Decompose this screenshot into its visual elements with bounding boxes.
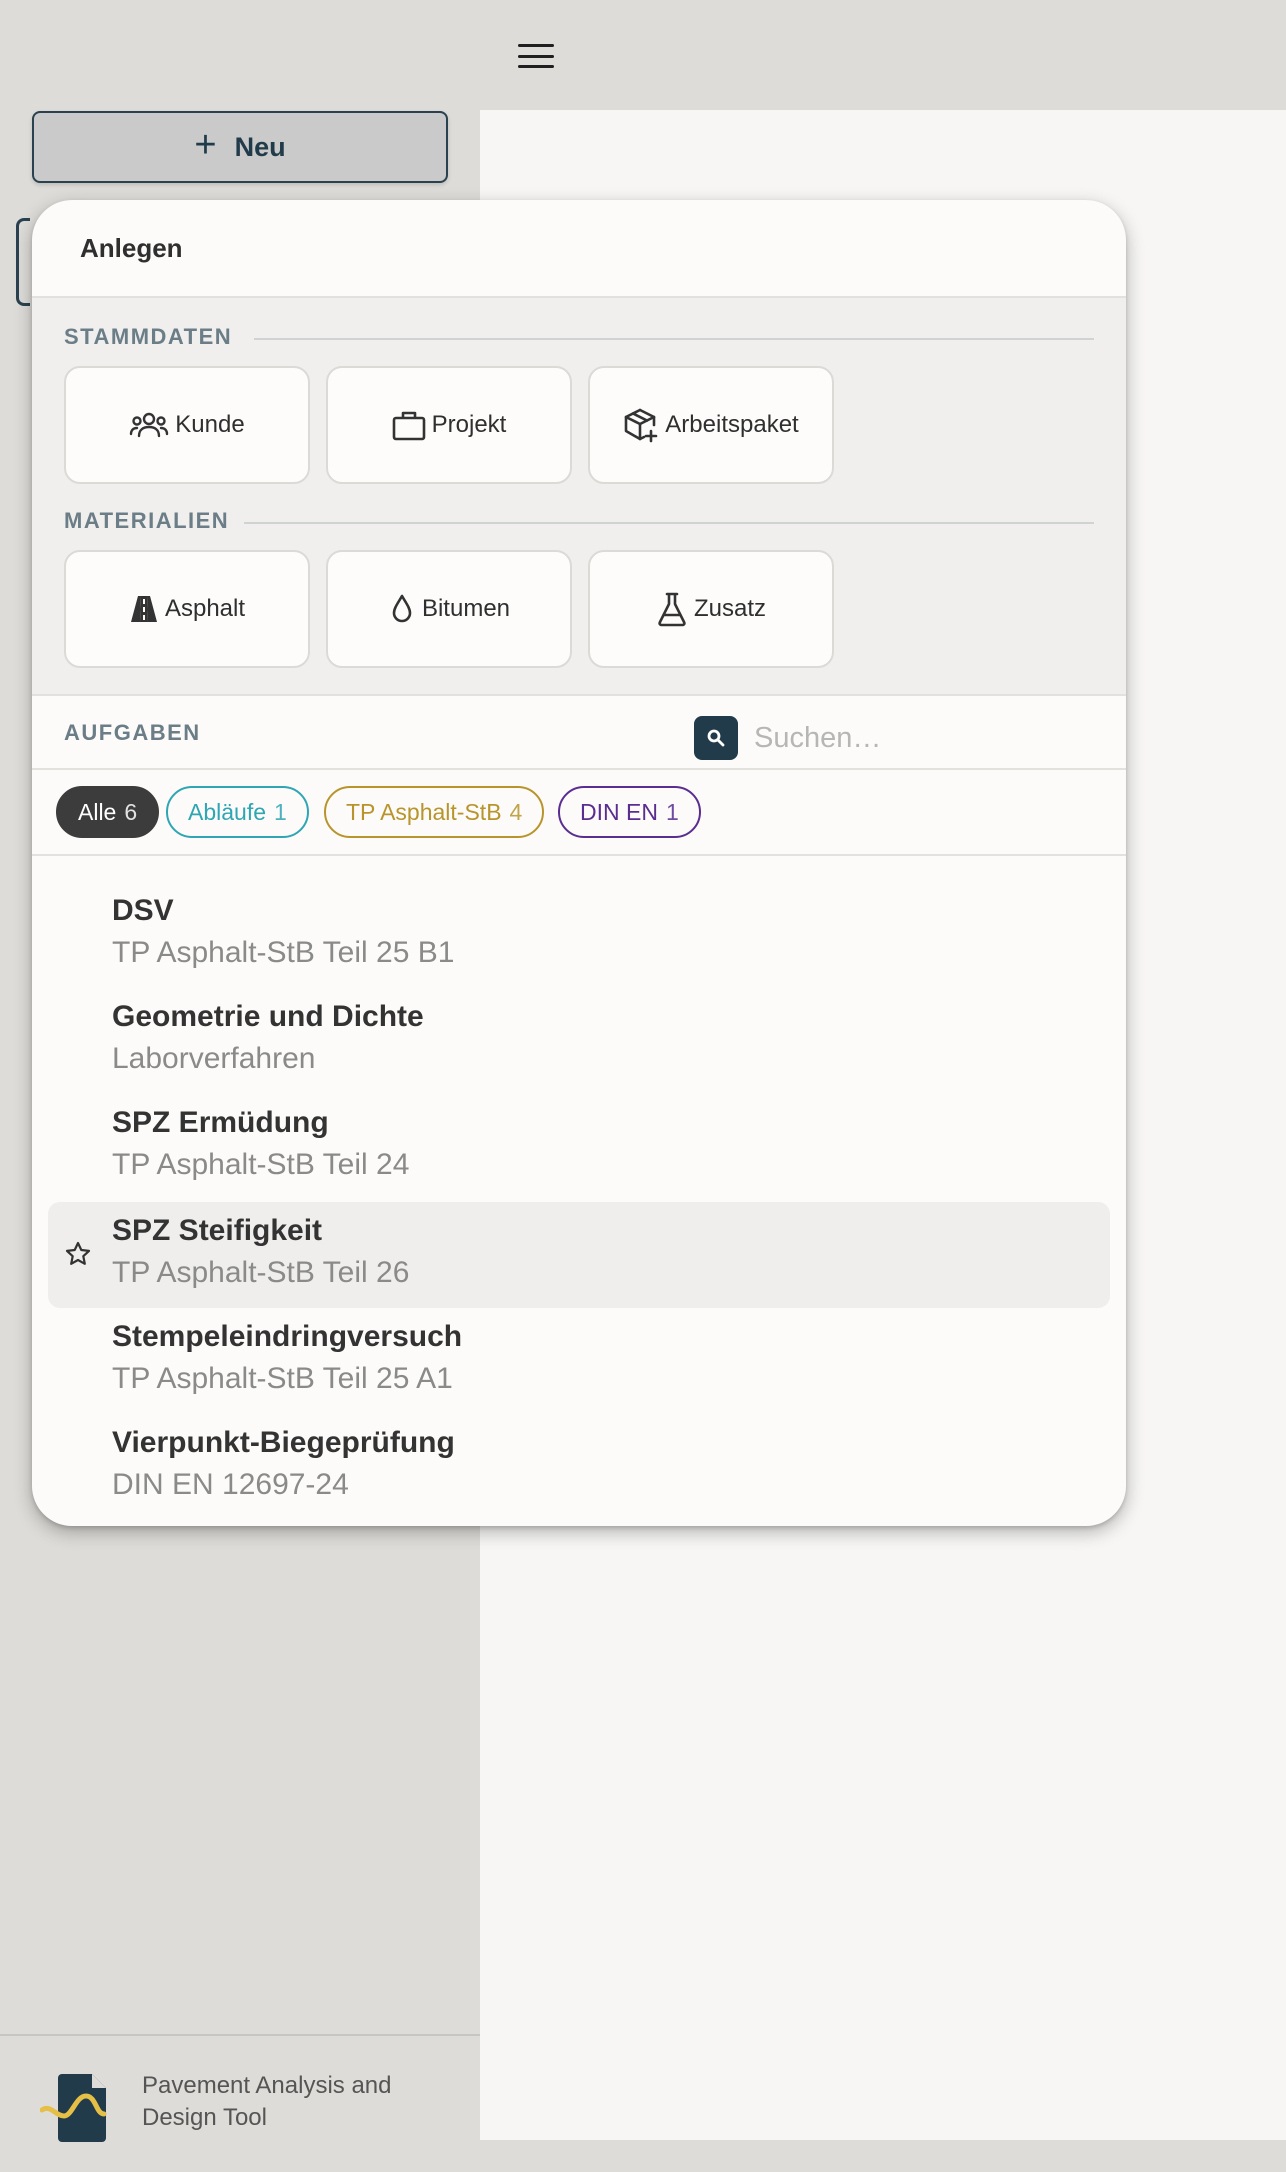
task-subtitle: TP Asphalt-StB Teil 26: [112, 1256, 410, 1289]
task-item-dsv[interactable]: DSV TP Asphalt-StB Teil 25 B1: [48, 882, 1110, 988]
chip-label: Alle: [78, 798, 117, 825]
tile-arbeitspaket[interactable]: Arbeitspaket: [588, 366, 834, 484]
package-plus-icon: [624, 408, 658, 443]
chip-label: Abläufe: [188, 798, 267, 825]
chip-count: 1: [665, 798, 679, 825]
task-title: Stempeleindringversuch: [112, 1320, 463, 1353]
tile-zusatz[interactable]: Zusatz: [588, 550, 834, 668]
filter-chip-ablaeufe[interactable]: Abläufe 1: [166, 786, 309, 838]
road-icon: [130, 596, 157, 622]
task-item-spz-steifigkeit[interactable]: SPZ Steifigkeit TP Asphalt-StB Teil 26: [48, 1202, 1110, 1308]
section-label-stammdaten: STAMMDATEN: [64, 324, 233, 349]
section-divider: [254, 338, 1094, 340]
tile-label: Kunde: [175, 411, 245, 438]
task-title: Geometrie und Dichte: [112, 1000, 424, 1033]
task-item-geometrie-und-dichte[interactable]: Geometrie und Dichte Laborverfahren: [48, 988, 1110, 1094]
new-button[interactable]: + Neu: [32, 111, 448, 183]
brand-name: Pavement Analysis and Design Tool: [142, 2070, 442, 2134]
task-subtitle: TP Asphalt-StB Teil 25 B1: [112, 936, 455, 969]
task-subtitle: DIN EN 12697-24: [112, 1468, 349, 1501]
task-subtitle: Laborverfahren: [112, 1042, 316, 1075]
section-label-aufgaben: AUFGABEN: [64, 720, 201, 745]
new-button-label: Neu: [234, 131, 286, 162]
chip-count: 6: [124, 798, 138, 825]
chip-label: TP Asphalt-StB: [346, 798, 502, 825]
hamburger-menu-icon[interactable]: [516, 40, 556, 72]
search-input[interactable]: [754, 710, 1094, 766]
tile-label: Arbeitspaket: [665, 411, 799, 438]
tile-label: Projekt: [431, 411, 507, 438]
plus-icon: +: [194, 124, 217, 166]
filter-chip-alle[interactable]: Alle 6: [56, 786, 160, 838]
briefcase-icon: [392, 411, 425, 441]
chip-count: 4: [509, 798, 523, 825]
task-title: Vierpunkt-Biegeprüfung: [112, 1426, 455, 1459]
users-icon: [130, 412, 169, 438]
task-subtitle: TP Asphalt-StB Teil 25 A1: [112, 1362, 453, 1395]
tile-kunde[interactable]: Kunde: [64, 366, 310, 484]
flask-icon: [658, 592, 686, 627]
search-button[interactable]: [694, 716, 738, 760]
section-divider: [244, 522, 1094, 524]
create-popup: Anlegen STAMMDATEN Kunde Projekt Arbeits…: [32, 200, 1126, 1526]
section-label-materialien: MATERIALIEN: [64, 508, 230, 533]
tile-bitumen[interactable]: Bitumen: [326, 550, 572, 668]
brand-line-2: Design Tool: [142, 2104, 267, 2131]
task-item-vierpunkt-biegepruefung[interactable]: Vierpunkt-Biegeprüfung DIN EN 12697-24: [48, 1414, 1110, 1520]
tile-asphalt[interactable]: Asphalt: [64, 550, 310, 668]
divider: [32, 854, 1126, 856]
task-item-spz-ermuedung[interactable]: SPZ Ermüdung TP Asphalt-StB Teil 24: [48, 1094, 1110, 1200]
filter-chip-tp-asphalt-stb[interactable]: TP Asphalt-StB 4: [324, 786, 545, 838]
search-icon: [707, 729, 725, 747]
brand-footer: Pavement Analysis and Design Tool: [0, 2034, 480, 2172]
tile-label: Asphalt: [164, 595, 246, 622]
droplet-icon: [392, 594, 412, 623]
top-bar: [0, 0, 1286, 110]
task-title: DSV: [112, 894, 174, 927]
tile-label: Zusatz: [693, 595, 767, 622]
brand-line-1: Pavement Analysis and: [142, 2072, 392, 2099]
star-icon[interactable]: [64, 1240, 92, 1268]
chip-label: DIN EN: [580, 798, 658, 825]
task-item-stempeleindringversuch[interactable]: Stempeleindringversuch TP Asphalt-StB Te…: [48, 1308, 1110, 1414]
tile-projekt[interactable]: Projekt: [326, 366, 572, 484]
sidebar-selected-item-edge[interactable]: [16, 218, 30, 306]
task-subtitle: TP Asphalt-StB Teil 24: [112, 1148, 410, 1181]
popup-title: Anlegen: [80, 232, 183, 263]
task-title: SPZ Ermüdung: [112, 1106, 329, 1139]
filter-chip-din-en[interactable]: DIN EN 1: [558, 786, 701, 838]
chip-count: 1: [274, 798, 287, 825]
popup-header: Anlegen: [32, 200, 1126, 298]
app-logo-icon: [40, 2074, 107, 2142]
divider: [32, 768, 1126, 770]
tile-label: Bitumen: [421, 595, 511, 622]
task-title: SPZ Steifigkeit: [112, 1214, 323, 1247]
